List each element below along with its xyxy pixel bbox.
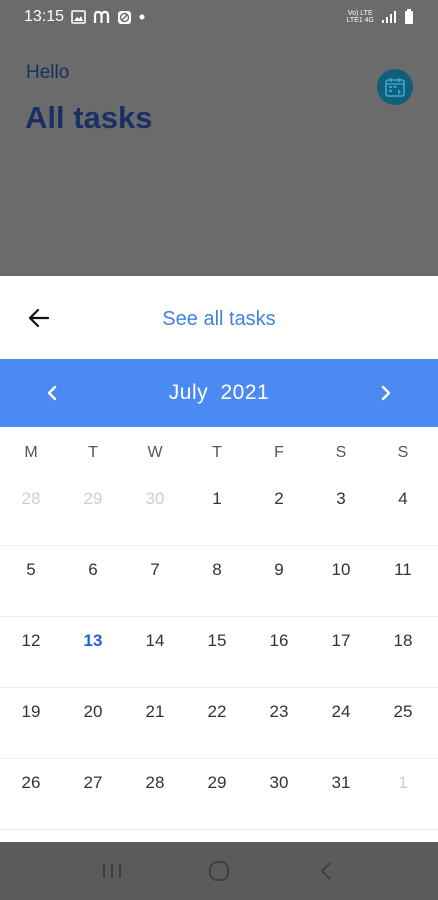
month-bar: July 2021 (0, 359, 438, 427)
gallery-icon (71, 10, 86, 24)
status-right: Vo) LTE LTE1 4G (347, 9, 415, 25)
recents-button[interactable] (92, 851, 132, 891)
network-label-top: Vo) LTE (347, 10, 373, 17)
page-title: All tasks (25, 100, 153, 135)
day-cell[interactable]: 11 (372, 546, 434, 580)
weekday-label: T (88, 444, 98, 461)
day-cell[interactable]: 24 (310, 688, 372, 722)
home-icon (208, 860, 230, 882)
back-arrow-icon (28, 308, 50, 328)
signal-icon (381, 10, 397, 24)
month-title: July 2021 (168, 381, 270, 404)
m-app-icon (93, 10, 110, 24)
day-cell[interactable]: 16 (248, 617, 310, 651)
day-cell[interactable]: 23 (248, 688, 310, 722)
sheet-header: See all tasks (0, 276, 438, 359)
chevron-right-icon (380, 385, 392, 401)
day-cell[interactable]: 7 (124, 546, 186, 580)
day-cell[interactable]: 26 (0, 759, 62, 793)
day-cell[interactable]: 6 (62, 546, 124, 580)
chevron-left-icon (46, 385, 58, 401)
week-row: 26 27 28 29 30 31 1 (0, 759, 438, 830)
day-cell[interactable]: 3 (310, 479, 372, 509)
week-row: 19 20 21 22 23 24 25 (0, 688, 438, 759)
day-cell[interactable]: 8 (186, 546, 248, 580)
weekday-label: W (147, 444, 163, 461)
day-cell[interactable]: 18 (372, 617, 434, 651)
day-cell[interactable]: 5 (0, 546, 62, 580)
back-button[interactable] (306, 851, 346, 891)
greeting-text: Hello (26, 62, 70, 83)
home-button[interactable] (199, 851, 239, 891)
back-arrow-button[interactable] (24, 303, 54, 333)
day-cell[interactable]: 31 (310, 759, 372, 793)
day-cell[interactable]: 27 (62, 759, 124, 793)
day-cell[interactable]: 30 (124, 479, 186, 509)
day-cell[interactable]: 19 (0, 688, 62, 722)
see-all-tasks-link[interactable]: See all tasks (162, 308, 275, 331)
day-cell[interactable]: 30 (248, 759, 310, 793)
day-cell[interactable]: 1 (372, 759, 434, 793)
compass-icon (117, 10, 132, 25)
weekday-label: S (397, 444, 409, 461)
prev-month-button[interactable] (40, 381, 64, 405)
week-row: 12 13 14 15 16 17 18 (0, 617, 438, 688)
today-cell[interactable]: 13 (62, 617, 124, 651)
next-month-button[interactable] (374, 381, 398, 405)
status-left: 13:15 (24, 8, 145, 26)
weekday-label: F (274, 444, 284, 461)
day-cell[interactable]: 9 (248, 546, 310, 580)
week-row: 5 6 7 8 9 10 11 (0, 546, 438, 617)
day-cell[interactable]: 4 (372, 479, 434, 509)
network-label: Vo) LTE LTE1 4G (347, 10, 375, 24)
weekday-label: T (212, 444, 222, 461)
status-time: 13:15 (24, 8, 65, 25)
weekday-label: M (24, 444, 38, 461)
back-icon (319, 861, 333, 881)
weekday-row: M T W T F S S (0, 427, 438, 479)
day-cell[interactable]: 28 (0, 479, 62, 509)
day-cell[interactable]: 20 (62, 688, 124, 722)
recents-icon (101, 862, 123, 880)
day-cell[interactable]: 15 (186, 617, 248, 651)
navigation-bar (0, 842, 438, 900)
day-cell[interactable]: 17 (310, 617, 372, 651)
day-cell[interactable]: 25 (372, 688, 434, 722)
battery-icon (404, 9, 414, 25)
status-bar: 13:15 Vo) LTE LTE1 4G (0, 0, 438, 34)
network-label-bottom: LTE1 4G (346, 17, 375, 24)
day-cell[interactable]: 29 (186, 759, 248, 793)
day-cell[interactable]: 2 (248, 479, 310, 509)
day-cell[interactable]: 14 (124, 617, 186, 651)
day-cell[interactable]: 22 (186, 688, 248, 722)
weekday-label: S (335, 444, 347, 461)
day-cell[interactable]: 10 (310, 546, 372, 580)
day-cell[interactable]: 1 (186, 479, 248, 509)
day-cell[interactable]: 12 (0, 617, 62, 651)
day-cell[interactable]: 21 (124, 688, 186, 722)
dot-icon (139, 14, 145, 20)
calendar-icon (384, 76, 406, 98)
calendar-button[interactable] (377, 69, 413, 105)
week-row: 28 29 30 1 2 3 4 (0, 479, 438, 546)
calendar-sheet: See all tasks July 2021 M T W T F S S 28… (0, 276, 438, 842)
day-cell[interactable]: 29 (62, 479, 124, 509)
day-cell[interactable]: 28 (124, 759, 186, 793)
calendar-grid: 28 29 30 1 2 3 4 5 6 7 8 9 10 11 12 13 1… (0, 479, 438, 830)
